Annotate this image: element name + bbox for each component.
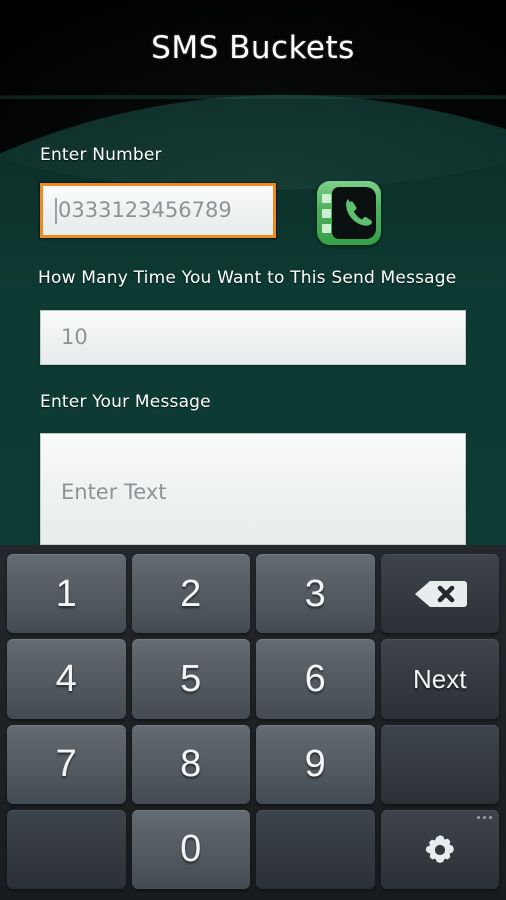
key-9[interactable]: 9 (256, 724, 375, 804)
message-textarea-text: Enter Text (61, 480, 167, 504)
key-1[interactable]: 1 (7, 554, 126, 634)
backspace-icon (414, 581, 467, 608)
keyboard-row: 0 (4, 807, 502, 892)
count-input[interactable]: 10 (40, 310, 466, 365)
keyboard-row: 1 2 3 (4, 551, 502, 636)
key-blank-middle[interactable] (256, 809, 375, 889)
keyboard-row: 4 5 6 Next (4, 636, 502, 721)
number-input-text: 0333123456789 (58, 198, 232, 222)
key-blank-right[interactable] (380, 724, 499, 804)
count-label: How Many Time You Want to This Send Mess… (38, 268, 457, 288)
numeric-keyboard[interactable]: 1 2 3 4 5 6 Next 7 8 9 0 (0, 545, 506, 900)
text-caret (55, 197, 57, 224)
key-backspace[interactable] (380, 554, 499, 634)
contacts-picker-button[interactable] (317, 181, 381, 245)
message-label: Enter Your Message (40, 392, 211, 412)
key-blank-left[interactable] (7, 809, 126, 889)
number-label: Enter Number (40, 145, 162, 165)
message-textarea[interactable]: Enter Text (40, 433, 466, 545)
more-options-dots (477, 815, 492, 819)
phonebook-tab (322, 194, 331, 203)
number-input[interactable]: 0333123456789 (40, 183, 276, 238)
count-input-text: 10 (61, 325, 88, 349)
key-next[interactable]: Next (380, 639, 499, 719)
key-3[interactable]: 3 (256, 554, 375, 634)
app-screen: SMS Buckets Enter Number 0333123456789 H… (0, 0, 506, 900)
key-settings[interactable] (380, 809, 499, 889)
key-8[interactable]: 8 (131, 724, 250, 804)
key-4[interactable]: 4 (7, 639, 126, 719)
phone-handset-icon (346, 199, 372, 226)
key-7[interactable]: 7 (7, 724, 126, 804)
key-6[interactable]: 6 (256, 639, 375, 719)
key-5[interactable]: 5 (131, 639, 250, 719)
gear-icon (425, 835, 454, 863)
phonebook-tab (322, 224, 331, 233)
key-2[interactable]: 2 (131, 554, 250, 634)
keyboard-row: 7 8 9 (4, 722, 502, 807)
key-0[interactable]: 0 (131, 809, 250, 889)
phonebook-tab (322, 209, 331, 218)
page-title: SMS Buckets (151, 30, 355, 66)
